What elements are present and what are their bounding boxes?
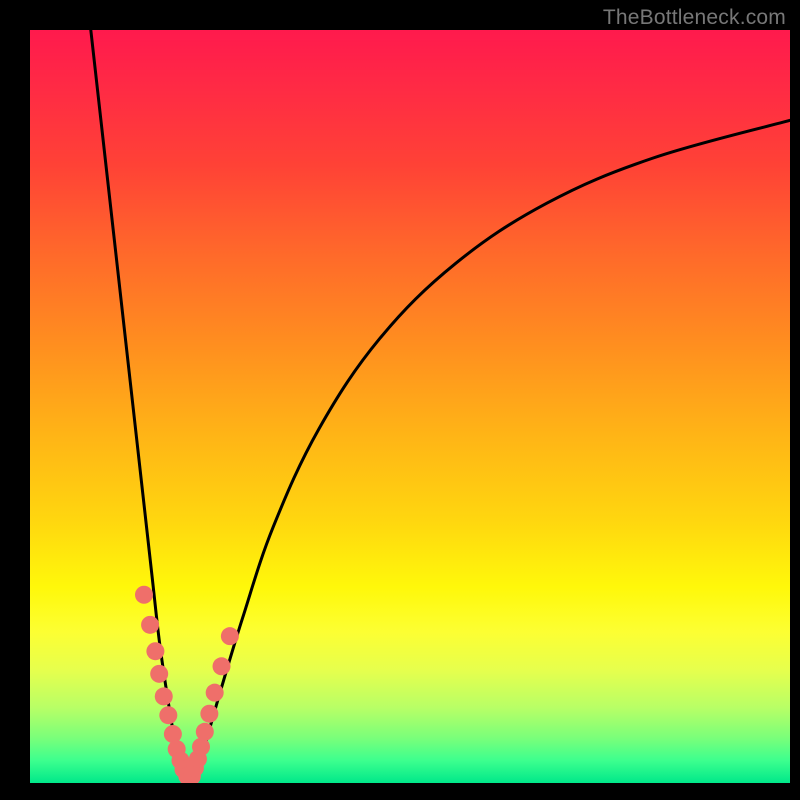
left-markers-point xyxy=(146,642,164,660)
right-markers-point xyxy=(192,738,210,756)
right-markers-point xyxy=(221,627,239,645)
right-markers-point xyxy=(200,705,218,723)
plot-area xyxy=(30,30,790,783)
left-markers-point xyxy=(141,616,159,634)
watermark-text: TheBottleneck.com xyxy=(603,6,786,30)
left-markers-point xyxy=(159,706,177,724)
left-markers-point xyxy=(135,586,153,604)
right-markers-point xyxy=(206,684,224,702)
chart-container: TheBottleneck.com xyxy=(0,0,800,800)
left-markers-point xyxy=(150,665,168,683)
right-curve xyxy=(190,120,790,783)
left-markers-point xyxy=(164,725,182,743)
chart-svg xyxy=(30,30,790,783)
right-markers-point xyxy=(196,723,214,741)
left-curve xyxy=(91,30,190,783)
right-markers-point xyxy=(213,657,231,675)
left-markers-point xyxy=(155,687,173,705)
curve-group xyxy=(91,30,790,783)
